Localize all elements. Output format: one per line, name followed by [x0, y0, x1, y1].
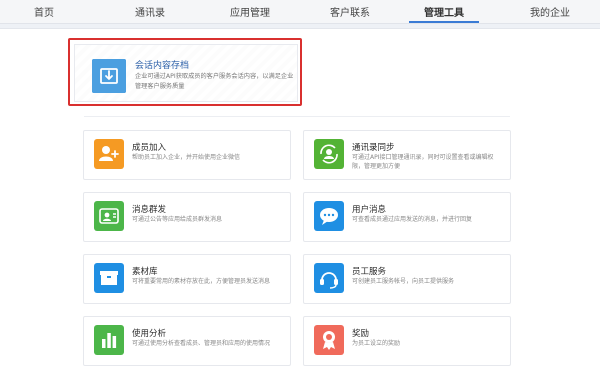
member-join-icon — [94, 139, 124, 169]
broadcast-icon — [94, 201, 124, 231]
tool-card-member-join[interactable]: 成员加入 帮助员工加入企业，并开始使用企业微信 — [83, 130, 291, 180]
top-navigation: 首页 通讯录 应用管理 客户联系 管理工具 我的企业 — [0, 0, 600, 24]
award-medal-icon — [314, 325, 344, 355]
tool-title: 通讯录同步 — [352, 143, 395, 153]
tool-card-broadcast[interactable]: 消息群发 可通过公告等应用给成员群发消息 — [83, 192, 291, 242]
nav-item-contacts[interactable]: 通讯录 — [135, 4, 165, 19]
chat-bubble-icon — [314, 201, 344, 231]
material-box-icon — [94, 263, 124, 293]
highlight-frame — [68, 38, 302, 106]
tool-card-usage-analytics[interactable]: 使用分析 可通过使用分析查看成员、管理员和应用的使用情况 — [83, 316, 291, 366]
tool-card-contacts-sync[interactable]: 通讯录同步 可通过API接口管理通讯录，同时可设置查看或编辑权限，管理更加方便 — [303, 130, 511, 180]
tool-title: 成员加入 — [132, 143, 167, 153]
nav-item-home[interactable]: 首页 — [34, 4, 54, 19]
tool-card-employee-service[interactable]: 员工服务 可创建员工服务帐号，向员工提供服务 — [303, 254, 511, 304]
tool-desc: 为员工设立的奖励 — [352, 340, 401, 347]
nav-item-my-enterprise[interactable]: 我的企业 — [530, 4, 570, 19]
tool-desc: 可查看成员通过应用发送的消息，并进行回复 — [352, 216, 473, 223]
tool-title: 使用分析 — [132, 329, 167, 339]
tool-desc: 可将重要常用的素材存放在此，方便管理员发送消息 — [132, 278, 271, 285]
nav-item-management-tools[interactable]: 管理工具 — [424, 4, 464, 19]
tool-card-rewards[interactable]: 奖励 为员工设立的奖励 — [303, 316, 511, 366]
tool-title: 员工服务 — [352, 267, 387, 277]
contacts-sync-icon — [314, 139, 344, 169]
active-tab-indicator — [409, 21, 479, 23]
bar-chart-icon — [94, 325, 124, 355]
tool-desc: 可创建员工服务帐号，向员工提供服务 — [352, 278, 455, 285]
tool-card-user-messages[interactable]: 用户消息 可查看成员通过应用发送的消息，并进行回复 — [303, 192, 511, 242]
tool-title: 用户消息 — [352, 205, 387, 215]
tool-title: 消息群发 — [132, 205, 167, 215]
tool-card-material-library[interactable]: 素材库 可将重要常用的素材存放在此，方便管理员发送消息 — [83, 254, 291, 304]
tool-desc: 可通过公告等应用给成员群发消息 — [132, 216, 223, 223]
nav-item-customer-contact[interactable]: 客户联系 — [330, 4, 370, 19]
tool-desc: 可通过使用分析查看成员、管理员和应用的使用情况 — [132, 340, 271, 347]
headset-icon — [314, 263, 344, 293]
tool-desc: 可通过API接口管理通讯录，同时可设置查看或编辑权限，管理更加方便 — [352, 154, 494, 170]
nav-item-app-management[interactable]: 应用管理 — [230, 4, 270, 19]
section-divider — [84, 116, 510, 117]
tool-desc: 帮助员工加入企业，并开始使用企业微信 — [132, 154, 241, 161]
tool-title: 奖励 — [352, 329, 370, 339]
tool-title: 素材库 — [132, 267, 158, 277]
